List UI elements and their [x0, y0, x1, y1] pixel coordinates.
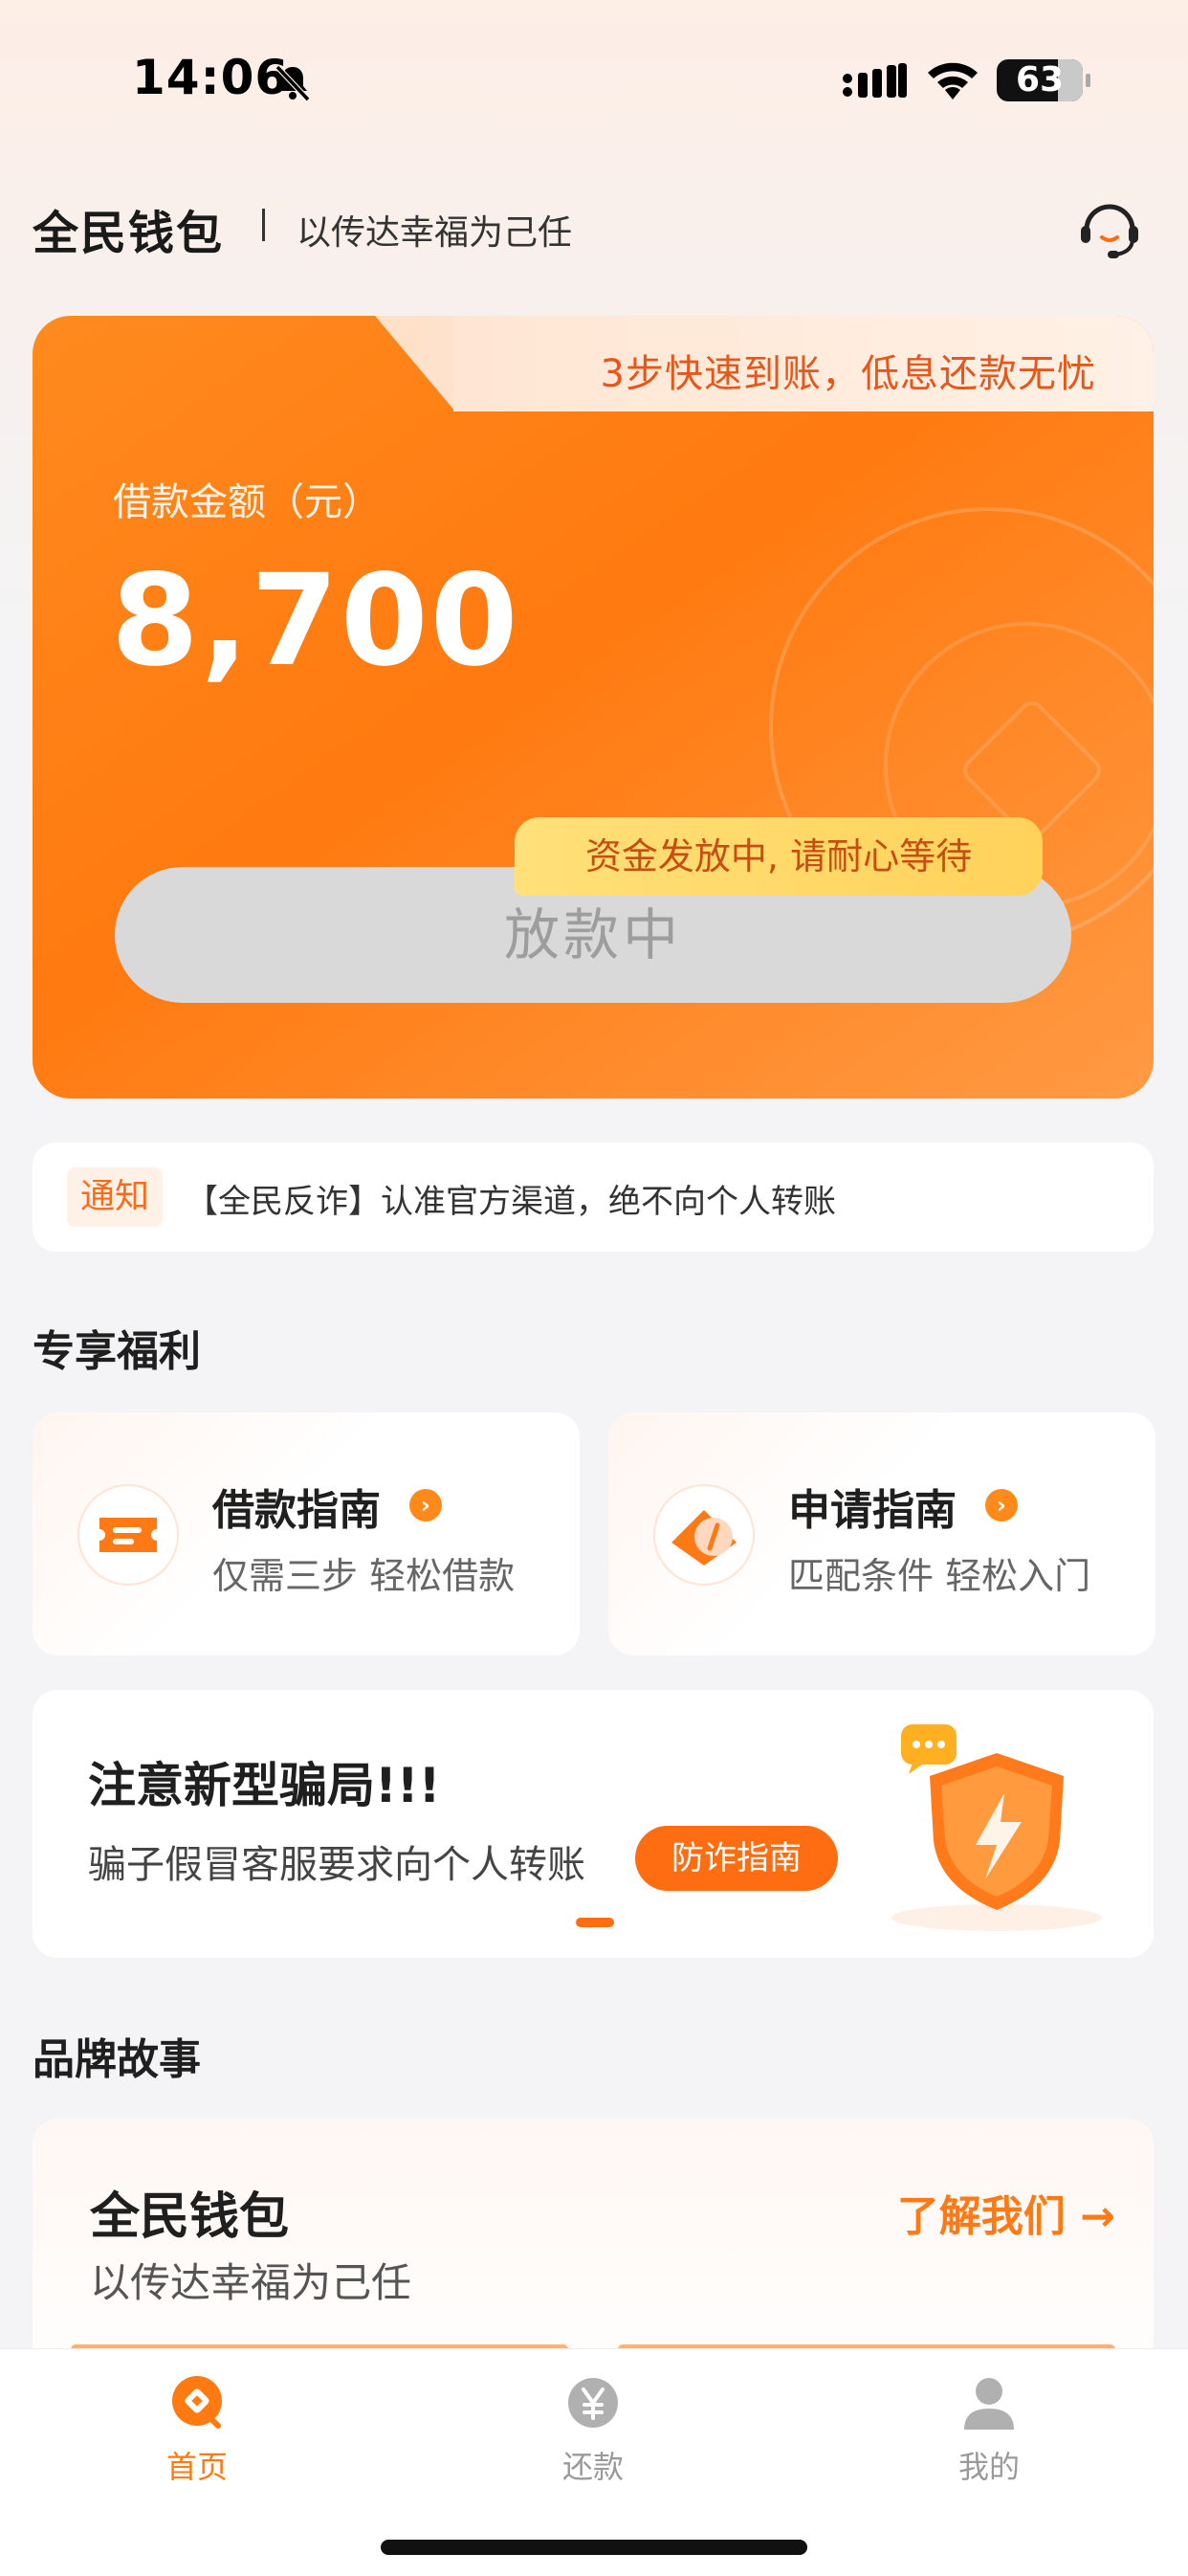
- tab-home[interactable]: 首页: [101, 2366, 293, 2500]
- brand-logo: 全民钱包: [33, 207, 225, 260]
- ticket-icon: [77, 1484, 179, 1586]
- customer-service-icon[interactable]: [1075, 195, 1144, 260]
- loan-guide-title: 借款指南: [212, 1486, 381, 1535]
- loan-promo-text: 3步快速到账，低息还款无忧: [600, 352, 1096, 396]
- loan-guide-subtitle: 仅需三步 轻松借款: [212, 1555, 516, 1597]
- brand-story-section-title: 品牌故事: [33, 2035, 201, 2084]
- status-time: 14:06: [132, 50, 290, 105]
- carousel-indicator: [576, 1918, 614, 1927]
- anti-fraud-guide-button[interactable]: 防诈指南: [635, 1826, 838, 1891]
- status-bar: 14:06 63: [0, 0, 1188, 163]
- header-divider: [262, 209, 265, 241]
- apply-guide-title: 申请指南: [788, 1486, 957, 1535]
- home-icon: [172, 2376, 222, 2429]
- disbursing-tooltip: 资金发放中, 请耐心等待: [515, 817, 1043, 896]
- bell-muted-icon: [275, 64, 311, 102]
- scam-warning-banner[interactable]: 注意新型骗局!!! 骗子假冒客服要求向个人转账 防诈指南: [33, 1690, 1154, 1958]
- chevron-right-icon: ›: [985, 1489, 1018, 1521]
- home-indicator: [381, 2540, 807, 2555]
- cellular-signal-icon: [843, 63, 907, 98]
- notice-tag: 通知: [67, 1167, 164, 1227]
- loan-card: 3步快速到账，低息还款无忧 借款金额（元） 8,700 放款中 资金发放中, 请…: [33, 316, 1154, 1099]
- benefits-section-title: 专享福利: [33, 1327, 201, 1376]
- brand-story-card-subtitle: 以传达幸福为己任: [90, 2259, 412, 2306]
- tab-profile[interactable]: 我的: [893, 2366, 1085, 2500]
- loan-promo-tab: 3步快速到账，低息还款无忧: [453, 316, 1154, 411]
- battery-indicator: 63: [997, 59, 1090, 101]
- scam-warning-title: 注意新型骗局!!!: [88, 1758, 441, 1813]
- about-us-link[interactable]: 了解我们 →: [897, 2182, 1115, 2243]
- apply-guide-subtitle: 匹配条件 轻松入门: [788, 1555, 1091, 1597]
- tab-repay-label: 还款: [561, 2449, 624, 2485]
- loan-amount-value: 8,700: [111, 547, 520, 695]
- user-icon: [964, 2378, 1014, 2430]
- yen-coin-icon: [568, 2378, 618, 2428]
- notice-text: 【全民反诈】认准官方渠道，绝不向个人转账: [186, 1183, 836, 1221]
- tab-repay[interactable]: 还款: [497, 2366, 689, 2500]
- tab-home-label: 首页: [165, 2449, 228, 2485]
- scam-warning-subtitle: 骗子假冒客服要求向个人转账: [88, 1843, 585, 1887]
- brand-slogan: 以传达幸福为己任: [297, 213, 573, 253]
- tab-profile-label: 我的: [957, 2449, 1020, 2485]
- shield-lightning-icon: [891, 1724, 1102, 1931]
- loan-amount-label: 借款金额（元）: [113, 480, 381, 524]
- chevron-right-icon: ›: [409, 1489, 442, 1521]
- apply-guide-card[interactable]: 申请指南 › 匹配条件 轻松入门: [608, 1412, 1155, 1655]
- wifi-icon: [928, 62, 978, 100]
- battery-level: 63: [1015, 60, 1065, 100]
- loan-guide-card[interactable]: 借款指南 › 仅需三步 轻松借款: [33, 1412, 580, 1655]
- compass-icon: [653, 1484, 755, 1586]
- brand-story-card-title: 全民钱包: [90, 2188, 290, 2246]
- notice-bar[interactable]: 通知 【全民反诈】认准官方渠道，绝不向个人转账: [33, 1143, 1154, 1252]
